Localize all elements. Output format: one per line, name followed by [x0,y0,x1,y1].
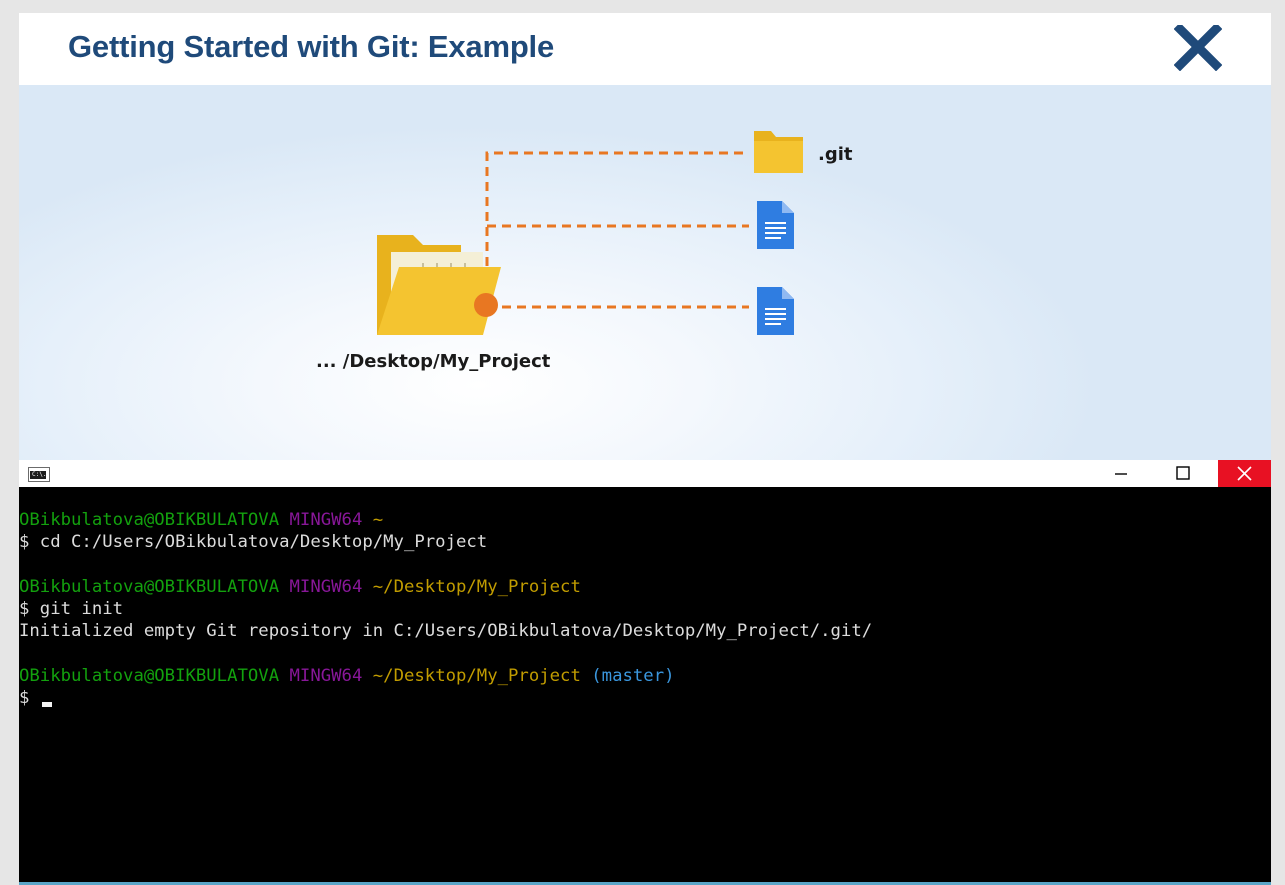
prompt-branch: (master) [591,666,675,686]
document-icon [757,201,794,249]
diagram-canvas [377,131,803,335]
connector-origin-dot [474,293,498,317]
maximize-icon[interactable] [1157,460,1209,487]
connector-lines [485,151,749,311]
prompt-env: MINGW64 [289,666,363,686]
text-cursor [42,702,52,707]
folder-icon [754,131,803,173]
console-icon-text: C:\. [32,471,47,478]
command-output: Initialized empty Git repository in C:/U… [19,621,873,641]
git-folder-label: .git [818,144,853,165]
console-icon[interactable]: C:\. [28,467,50,482]
page-title: Getting Started with Git: Example [68,29,555,64]
document-icon [757,287,794,335]
terminal-output[interactable]: OBikbulatova@OBIKBULATOVA MINGW64 ~ $ cd… [19,487,1271,882]
prompt-user: OBikbulatova@OBIKBULATOVA [19,577,280,597]
open-folder-icon [377,235,501,335]
prompt-line: OBikbulatova@OBIKBULATOVA MINGW64 ~ [19,509,383,531]
prompt-path: ~/Desktop/My_Project [372,666,581,686]
prompt-user: OBikbulatova@OBIKBULATOVA [19,666,280,686]
prompt-line: OBikbulatova@OBIKBULATOVA MINGW64 ~/Desk… [19,576,581,598]
close-x-icon[interactable] [1173,22,1223,72]
prompt-env: MINGW64 [289,577,363,597]
prompt-path: ~/Desktop/My_Project [372,577,581,597]
prompt-env: MINGW64 [289,510,363,530]
window-close-icon[interactable] [1218,460,1271,487]
command-line: $ cd C:/Users/OBikbulatova/Desktop/My_Pr… [19,532,488,552]
command-line: $ [19,688,40,708]
terminal-titlebar: C:\. [19,460,1271,487]
prompt-line: OBikbulatova@OBIKBULATOVA MINGW64 ~/Desk… [19,665,675,687]
project-diagram: .git ... /Desktop/My_Project [19,85,1271,460]
prompt-user: OBikbulatova@OBIKBULATOVA [19,510,280,530]
command-line: $ git init [19,599,124,619]
minimize-icon[interactable] [1095,460,1147,487]
project-folder-label: ... /Desktop/My_Project [316,351,551,372]
lesson-panel: Getting Started with Git: Example .git .… [19,13,1271,885]
prompt-path: ~ [372,510,384,530]
header: Getting Started with Git: Example [19,13,1271,85]
